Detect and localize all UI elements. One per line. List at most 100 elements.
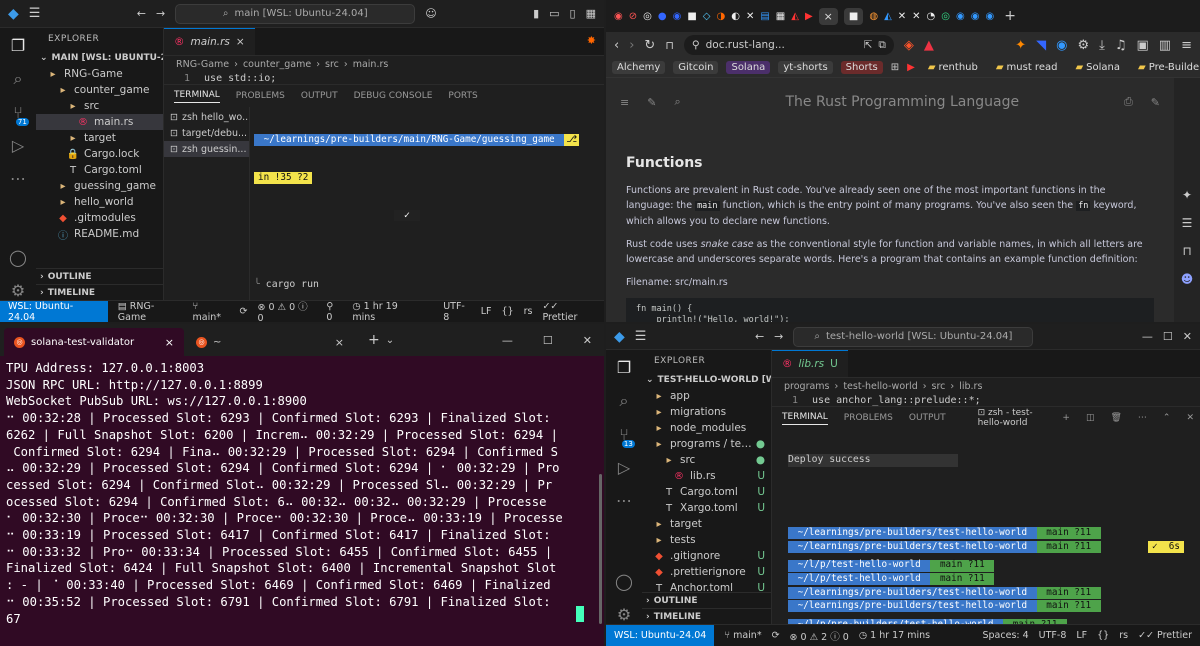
timeline-section[interactable]: › TIMELINE bbox=[642, 608, 771, 624]
browser-tab-icon[interactable]: ▦ bbox=[776, 11, 785, 22]
close-panel-icon[interactable]: ✕ bbox=[1186, 413, 1200, 423]
new-tab-icon[interactable]: + bbox=[356, 332, 380, 348]
panel-tab[interactable]: TERMINAL bbox=[782, 412, 828, 425]
sync-icon[interactable]: ⟳ bbox=[240, 306, 248, 317]
layout-icon[interactable]: ▯ bbox=[570, 7, 576, 20]
browser-tab-icon[interactable]: ✕ bbox=[746, 11, 754, 22]
wallet-icon[interactable]: ▣ bbox=[1137, 38, 1149, 53]
terminal-name[interactable]: ⊡ zsh - test-hello-world bbox=[978, 408, 1047, 428]
tree-item[interactable]: ® lib.rs U bbox=[642, 468, 771, 484]
panel-tab[interactable]: DEBUG CONSOLE bbox=[354, 91, 433, 101]
encoding-indicator[interactable]: UTF-8 bbox=[1039, 630, 1067, 641]
panel-tab[interactable]: PROBLEMS bbox=[236, 91, 285, 101]
source-control-icon[interactable]: ⑂ 13 bbox=[619, 425, 635, 448]
browser-tab-icon[interactable]: ◎ bbox=[643, 11, 652, 22]
encoding-indicator[interactable]: UTF-8 bbox=[443, 301, 471, 323]
discord-icon[interactable]: ☻ bbox=[1181, 272, 1194, 286]
extension-icon[interactable]: ◉ bbox=[1056, 38, 1067, 53]
tree-item[interactable]: T Xargo.toml U bbox=[642, 500, 771, 516]
browser-tab-icon[interactable]: ◉ bbox=[673, 11, 682, 22]
tree-item[interactable]: ▸ tests bbox=[642, 532, 771, 548]
more-icon[interactable]: ⋯ bbox=[1138, 413, 1147, 423]
close-icon[interactable]: × bbox=[165, 336, 174, 349]
maximize-icon[interactable]: ☐ bbox=[1163, 330, 1173, 343]
bookmark-item[interactable]: Shorts bbox=[840, 61, 883, 74]
settings-gear-icon[interactable]: ⚙ bbox=[11, 281, 25, 300]
tree-item[interactable]: ◆ .gitignore U bbox=[642, 548, 771, 564]
layout-panel-icon[interactable]: ▭ bbox=[549, 7, 559, 20]
branch-indicator[interactable]: ⑂ main* bbox=[724, 630, 761, 641]
panel-tab[interactable]: TERMINAL bbox=[174, 90, 220, 103]
browser-tab-icon[interactable]: ◎ bbox=[941, 11, 950, 22]
reading-list-icon[interactable]: ☰ bbox=[1182, 216, 1193, 230]
braces-indicator[interactable]: {} bbox=[1097, 630, 1109, 641]
extensions-icon[interactable]: ⋯ bbox=[616, 491, 632, 510]
workspace-header[interactable]: ⌄TEST-HELLO-WORLD [WSL: U... bbox=[642, 372, 771, 388]
bookmark-item[interactable]: ▰ Solana bbox=[1070, 61, 1125, 74]
outline-section[interactable]: › OUTLINE bbox=[642, 592, 771, 608]
panel-tab[interactable]: PROBLEMS bbox=[844, 413, 893, 423]
reload-icon[interactable]: ↻ bbox=[644, 38, 655, 53]
terminal-instance[interactable]: ⊡ target/debu... bbox=[164, 125, 249, 141]
browser-tab-icon[interactable]: ◑ bbox=[716, 11, 725, 22]
extension-icon[interactable]: ✦ bbox=[1015, 38, 1026, 53]
run-debug-icon[interactable]: ▷ bbox=[12, 136, 24, 155]
command-center[interactable]: ⌕ main [WSL: Ubuntu-24.04] bbox=[175, 3, 416, 24]
close-icon[interactable]: × bbox=[818, 7, 838, 25]
back-arrow-icon[interactable]: ← bbox=[755, 330, 764, 343]
bookmark-icon[interactable]: ⊓ bbox=[665, 39, 674, 52]
sync-icon[interactable]: ⟳ bbox=[772, 630, 780, 641]
theme-brush-icon[interactable]: ✎ bbox=[647, 96, 656, 109]
tab-home[interactable]: ◎ ~ × bbox=[190, 328, 350, 356]
brave-rewards-icon[interactable]: ▲ bbox=[924, 38, 934, 53]
forward-arrow-icon[interactable]: → bbox=[156, 7, 165, 20]
scrollbar[interactable] bbox=[599, 474, 602, 624]
maximize-panel-icon[interactable]: ⌃ bbox=[1163, 413, 1171, 423]
breadcrumb-item[interactable]: programs bbox=[784, 381, 830, 392]
sidebar-toggle-icon[interactable]: ▥ bbox=[1159, 38, 1171, 53]
search-icon[interactable]: ⌕ bbox=[674, 95, 680, 109]
bookmark-item[interactable]: ▰ Pre-Builder bbox=[1133, 61, 1200, 74]
browser-tab-icon[interactable]: ◔ bbox=[927, 11, 936, 22]
breadcrumb-item[interactable]: counter_game bbox=[243, 59, 311, 70]
breadcrumb-item[interactable]: main.rs bbox=[353, 59, 389, 70]
timeline-section[interactable]: › TIMELINE bbox=[36, 284, 163, 300]
eol-indicator[interactable]: LF bbox=[481, 306, 492, 317]
github-icon[interactable]: ✎ bbox=[1151, 96, 1160, 109]
language-indicator[interactable]: rs bbox=[1119, 630, 1128, 641]
bookmark-item[interactable]: yt-shorts bbox=[778, 61, 833, 74]
terminal-instance[interactable]: ⊡ zsh hello_wo... bbox=[164, 109, 249, 125]
bookmark-item[interactable]: Alchemy bbox=[612, 61, 666, 74]
bookmark-item[interactable]: ▰ renthub bbox=[923, 61, 983, 74]
tab-main-rs[interactable]: ® main.rs × bbox=[164, 28, 255, 55]
command-center[interactable]: ⌕ test-hello-world [WSL: Ubuntu-24.04] bbox=[793, 326, 1034, 347]
account-icon[interactable]: ◯ bbox=[615, 572, 633, 591]
tree-item[interactable]: T Cargo.toml bbox=[36, 162, 163, 178]
close-window-icon[interactable]: ✕ bbox=[571, 334, 604, 347]
minimize-icon[interactable]: — bbox=[490, 334, 525, 347]
explorer-icon[interactable]: ❐ bbox=[11, 36, 25, 55]
toc-menu-icon[interactable]: ≡ bbox=[620, 96, 629, 109]
tree-item[interactable]: ▸ programs / test... ● bbox=[642, 436, 771, 452]
browser-tab-icon[interactable]: ◐ bbox=[731, 11, 740, 22]
minimize-icon[interactable]: — bbox=[1142, 330, 1153, 343]
tree-item[interactable]: ▸ src bbox=[36, 98, 163, 114]
tree-item[interactable]: ◆ .gitmodules bbox=[36, 210, 163, 226]
workspace-header[interactable]: ⌄MAIN [WSL: UBUNTU-24.04] bbox=[36, 50, 163, 66]
browser-tab-icon[interactable]: ▤ bbox=[760, 11, 769, 22]
breadcrumb-item[interactable]: src bbox=[932, 381, 946, 392]
new-tab-icon[interactable]: + bbox=[1004, 8, 1016, 24]
run-debug-icon[interactable]: ▷ bbox=[618, 458, 630, 477]
time-tracker[interactable]: ◷ 1 hr 19 mins bbox=[352, 301, 423, 323]
copilot-icon[interactable]: ☺ bbox=[425, 7, 436, 20]
menu-icon[interactable]: ≡ bbox=[1181, 38, 1192, 53]
tree-item[interactable]: ▸ target bbox=[36, 130, 163, 146]
browser-tab-icon[interactable]: ◉ bbox=[614, 11, 623, 22]
copy-link-icon[interactable]: ⧉ bbox=[878, 39, 886, 52]
browser-tab-icon[interactable]: ◭ bbox=[884, 11, 892, 22]
browser-tab-icon[interactable]: ◉ bbox=[985, 11, 994, 22]
browser-tab-icon[interactable]: ▶ bbox=[805, 11, 813, 22]
terminal-instance[interactable]: ⊡ zsh guessin... bbox=[164, 141, 249, 157]
outline-section[interactable]: › OUTLINE bbox=[36, 268, 163, 284]
search-icon[interactable]: ⌕ bbox=[620, 391, 629, 411]
